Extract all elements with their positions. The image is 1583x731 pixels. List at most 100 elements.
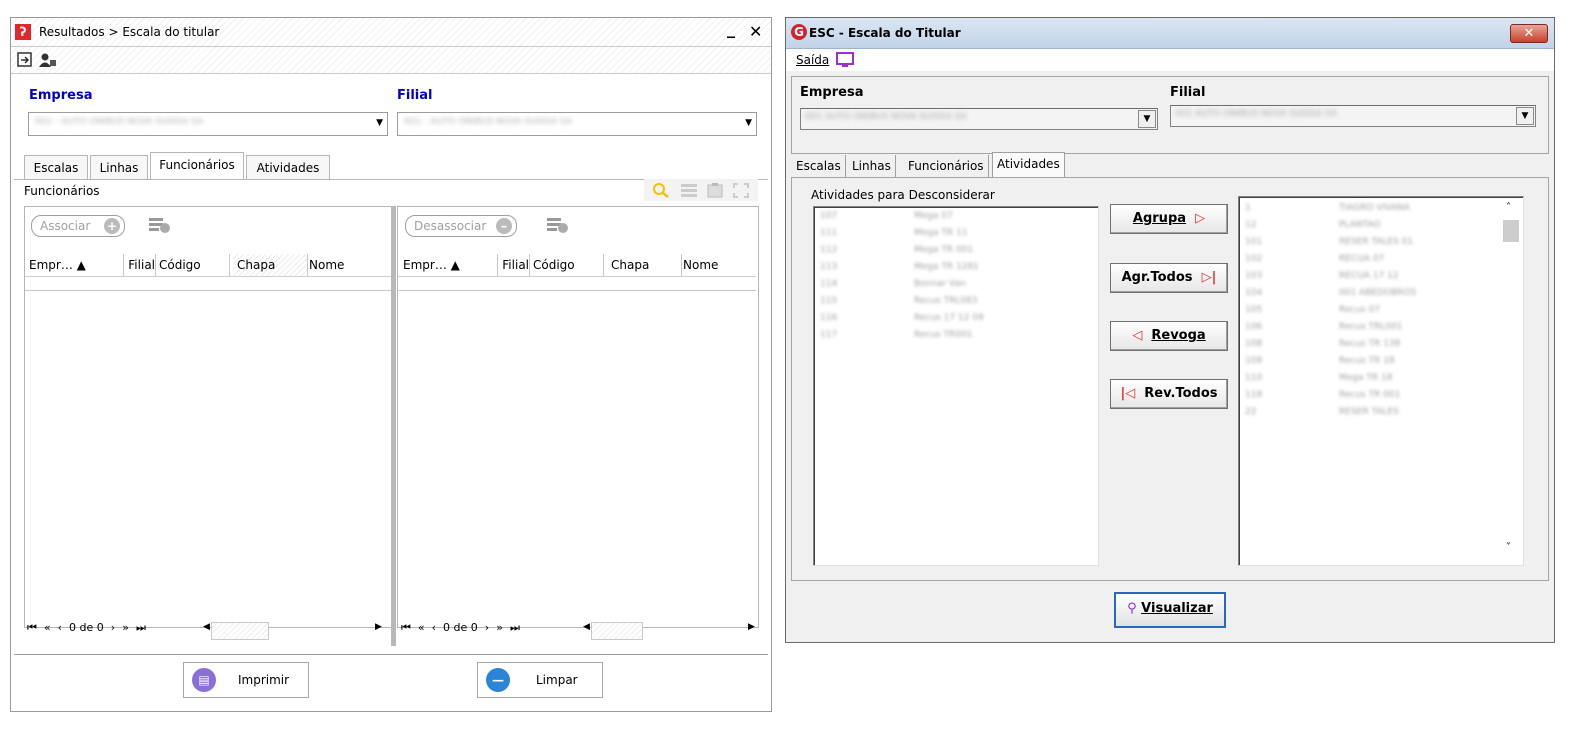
tab-escalas[interactable]: Escalas (24, 155, 88, 180)
revoga-button[interactable]: ◁ Revoga (1110, 321, 1228, 351)
list-item-code[interactable]: 115 (820, 296, 837, 306)
col-filial[interactable]: Filial (499, 254, 530, 276)
list-item-code[interactable]: 101 (1245, 237, 1262, 247)
prev-page-group-icon[interactable]: « (418, 621, 425, 634)
col-chapa[interactable]: Chapa (607, 254, 682, 276)
scroll-left-icon[interactable]: ◀ (203, 622, 210, 632)
list-item-name[interactable]: PLANTAO (1339, 220, 1380, 230)
agr-todos-button[interactable]: Agr.Todos ▷| (1110, 263, 1228, 293)
list-item-name[interactable]: Mega TR 11 (914, 228, 967, 238)
col-codigo[interactable]: Código (159, 254, 230, 276)
list-item-code[interactable]: 106 (1245, 322, 1262, 332)
col-filial[interactable]: Filial (125, 254, 156, 276)
tab-atividades[interactable]: Atividades (992, 152, 1065, 178)
exit-icon[interactable] (17, 52, 33, 68)
list-item-name[interactable]: Mega TR 18 (1339, 373, 1392, 383)
list-item-name[interactable]: RECUA 17 12 (1339, 271, 1399, 281)
tab-linhas[interactable]: Linhas (848, 155, 896, 177)
list-item-name[interactable]: RECUA 07 (1339, 254, 1384, 264)
list-item-name[interactable]: Recus TR 138 (1339, 339, 1400, 349)
scroll-thumb[interactable] (1503, 220, 1519, 242)
list-item-name[interactable]: 001 ABEDOBROS (1339, 288, 1416, 298)
list-item-code[interactable]: 118 (1245, 390, 1262, 400)
empresa-select[interactable]: 001 AUTO ONIBUS NOVA SUISSA SA ▼ (800, 108, 1158, 130)
list-item-code[interactable]: 108 (1245, 339, 1262, 349)
atividades-desconsiderar-list[interactable]: 107 Mega 07 111 Mega TR 11 112 Mega TR 001 113… (813, 206, 1099, 566)
list-item-code[interactable]: 1 (1245, 203, 1251, 213)
next-page-group-icon[interactable]: » (122, 621, 129, 634)
list-item-code[interactable]: 113 (820, 262, 837, 272)
desassociar-button[interactable]: Desassociar – (405, 215, 517, 237)
rev-todos-button[interactable]: |◁ Rev.Todos (1110, 379, 1228, 409)
prev-page-icon[interactable]: ‹ (58, 621, 62, 634)
list-item-name[interactable]: Recus TR 18 (1339, 356, 1395, 366)
horizontal-scrollbar[interactable] (591, 622, 643, 640)
vertical-scrollbar[interactable]: ˄ ˅ (1502, 198, 1520, 562)
splitter-handle[interactable] (391, 206, 396, 646)
list-item-code[interactable]: 111 (820, 228, 837, 238)
list-item-name[interactable]: Recus TR 001 (1339, 390, 1400, 400)
horizontal-scrollbar[interactable] (211, 622, 269, 640)
list-item-code[interactable]: 104 (1245, 288, 1262, 298)
list-item-name[interactable]: Recus TR001 (914, 330, 973, 340)
list-item-code[interactable]: 12 (1245, 220, 1256, 230)
list-item-code[interactable]: 117 (820, 330, 837, 340)
col-nome[interactable]: Nome (683, 254, 743, 276)
list-item-code[interactable]: 105 (1245, 305, 1262, 315)
atividades-list[interactable]: 1 TIAGRO VIVANA 12 PLANTAO 101 RESER TALES 01… (1238, 196, 1524, 566)
next-page-group-icon[interactable]: » (496, 621, 503, 634)
imprimir-button[interactable]: ▤ Imprimir (183, 662, 309, 698)
col-empresa[interactable]: Empr… ▲ (403, 254, 498, 276)
agrupa-button[interactable]: Agrupa ▷ (1110, 204, 1228, 234)
col-chapa[interactable]: Chapa (233, 254, 308, 276)
col-nome[interactable]: Nome (309, 254, 369, 276)
list-item-code[interactable]: 114 (820, 279, 837, 289)
tab-funcionarios[interactable]: Funcionários (150, 152, 244, 180)
next-page-icon[interactable]: › (111, 621, 115, 634)
col-empresa[interactable]: Empr… ▲ (29, 254, 124, 276)
empresa-select[interactable]: 001 - AUTO ONIBUS NOVA SUISSA SA ▼ (28, 112, 388, 136)
close-button[interactable]: ✕ (749, 22, 762, 41)
list-item-code[interactable]: 107 (820, 211, 837, 221)
list-item-code[interactable]: 110 (1245, 373, 1262, 383)
scroll-right-icon[interactable]: ▶ (375, 622, 382, 632)
associar-button[interactable]: Associar + (31, 215, 125, 237)
list-item-name[interactable]: TIAGRO VIVANA (1339, 203, 1410, 213)
tab-atividades[interactable]: Atividades (246, 155, 330, 180)
tab-linhas[interactable]: Linhas (90, 155, 148, 180)
scroll-left-icon[interactable]: ◀ (583, 622, 590, 632)
filter-add-icon[interactable] (149, 216, 171, 234)
filial-select[interactable]: 001 - AUTO ONIBUS NOVA SUISSA SA ▼ (397, 112, 757, 136)
list-item-code[interactable]: 22 (1245, 407, 1256, 417)
list-item-name[interactable]: Mega TR 001 (914, 245, 973, 255)
list-item-name[interactable]: Recus TRL083 (914, 296, 978, 306)
list-item-name[interactable]: RESER TALES 01 (1339, 237, 1413, 247)
next-page-icon[interactable]: › (485, 621, 489, 634)
list-item-code[interactable]: 116 (820, 313, 837, 323)
clipboard-icon[interactable] (706, 182, 724, 198)
tab-escalas[interactable]: Escalas (792, 155, 846, 177)
expand-icon[interactable] (732, 182, 750, 198)
tab-funcionarios[interactable]: Funcionários (904, 155, 989, 177)
filter-remove-icon[interactable] (547, 216, 569, 234)
search-icon[interactable] (652, 182, 670, 198)
user-icon[interactable] (39, 52, 57, 68)
list-item-name[interactable]: Recus 17 12 09 (914, 313, 984, 323)
list-item-name[interactable]: Mega 07 (914, 211, 953, 221)
scroll-up-icon[interactable]: ˄ (1506, 202, 1511, 213)
list-item-name[interactable]: Recus 07 (1339, 305, 1380, 315)
list-item-name[interactable]: Recus TRL001 (1339, 322, 1403, 332)
close-button[interactable]: ✕ (1510, 24, 1548, 43)
list-item-name[interactable]: RESER TALES (1339, 407, 1399, 417)
first-page-icon[interactable]: ⏮ (401, 621, 411, 634)
list-item-code[interactable]: 103 (1245, 271, 1262, 281)
list-item-code[interactable]: 109 (1245, 356, 1262, 366)
minimize-button[interactable]: _ (727, 19, 735, 38)
list-item-name[interactable]: Bonnar Van (914, 279, 966, 289)
filial-select[interactable]: 001 AUTO ONIBUS NOVA SUISSA SA ▼ (1170, 105, 1536, 127)
prev-page-icon[interactable]: ‹ (432, 621, 436, 634)
list-item-code[interactable]: 112 (820, 245, 837, 255)
last-page-icon[interactable]: ⏭ (136, 621, 146, 634)
list-item-code[interactable]: 102 (1245, 254, 1262, 264)
scroll-right-icon[interactable]: ▶ (748, 622, 755, 632)
